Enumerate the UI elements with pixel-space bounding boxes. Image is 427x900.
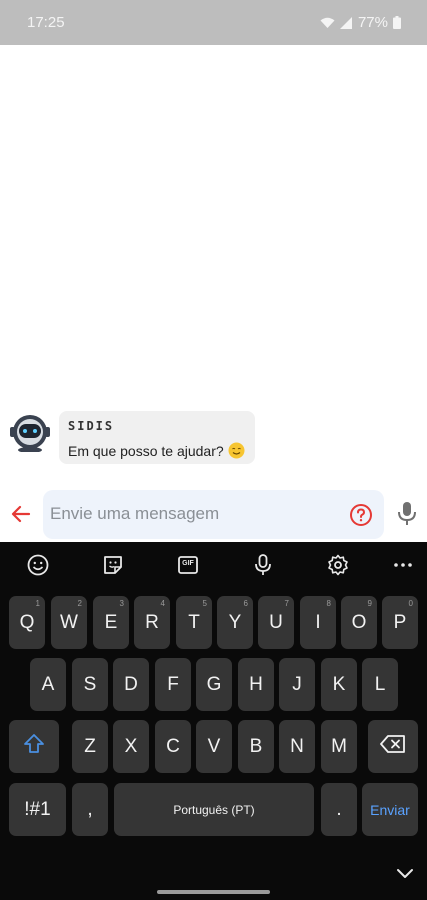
- key-m[interactable]: M: [321, 720, 357, 773]
- key-s[interactable]: S: [72, 658, 108, 711]
- key-d[interactable]: D: [113, 658, 149, 711]
- shift-icon: [23, 733, 45, 761]
- sticker-icon[interactable]: [101, 553, 125, 577]
- bot-message-bubble: SIDIS Em que posso te ajudar?: [59, 411, 255, 464]
- battery-text: 77%: [357, 14, 388, 31]
- key-t[interactable]: 5T: [176, 596, 212, 649]
- key-n[interactable]: N: [279, 720, 315, 773]
- gif-icon[interactable]: GIF: [176, 553, 200, 577]
- space-key[interactable]: Português (PT): [114, 783, 314, 836]
- smile-emoji-icon: [228, 442, 245, 459]
- message-input[interactable]: [50, 502, 340, 526]
- key-i[interactable]: 8I: [300, 596, 336, 649]
- symbols-key[interactable]: !#1: [9, 783, 66, 836]
- key-v[interactable]: V: [196, 720, 232, 773]
- key-h[interactable]: H: [238, 658, 274, 711]
- status-bar: 17:25 77%: [0, 0, 427, 45]
- key-f[interactable]: F: [155, 658, 191, 711]
- bot-avatar-icon: [8, 412, 52, 453]
- key-w[interactable]: 2W: [51, 596, 87, 649]
- gif-label: GIF: [182, 560, 194, 567]
- help-icon[interactable]: [349, 503, 373, 527]
- key-x[interactable]: X: [113, 720, 149, 773]
- backspace-key[interactable]: [368, 720, 418, 773]
- message-text-row: Em que posso te ajudar?: [68, 442, 246, 459]
- more-icon[interactable]: [391, 553, 415, 577]
- signal-icon: [339, 16, 353, 29]
- voice-input-icon[interactable]: [251, 553, 275, 577]
- key-a[interactable]: A: [30, 658, 66, 711]
- key-o[interactable]: 9O: [341, 596, 377, 649]
- key-p[interactable]: 0P: [382, 596, 418, 649]
- keyboard: GIF 1Q 2W 3E 4R 5T 6Y 7U 8I 9O 0P A S D …: [0, 542, 427, 900]
- microphone-icon[interactable]: [396, 501, 418, 527]
- settings-icon[interactable]: [326, 553, 350, 577]
- key-q[interactable]: 1Q: [9, 596, 45, 649]
- bot-name: SIDIS: [68, 419, 115, 433]
- emoji-keyboard-icon[interactable]: [26, 553, 50, 577]
- key-l[interactable]: L: [362, 658, 398, 711]
- wifi-icon: [320, 17, 335, 29]
- comma-key[interactable]: ,: [72, 783, 108, 836]
- key-e[interactable]: 3E: [93, 596, 129, 649]
- key-b[interactable]: B: [238, 720, 274, 773]
- key-z[interactable]: Z: [72, 720, 108, 773]
- send-key[interactable]: Enviar: [362, 783, 418, 836]
- status-icons: 77%: [320, 14, 401, 31]
- key-g[interactable]: G: [196, 658, 232, 711]
- period-key[interactable]: .: [321, 783, 357, 836]
- message-input-box[interactable]: [43, 490, 384, 539]
- shift-key[interactable]: [9, 720, 59, 773]
- backspace-icon: [380, 734, 406, 759]
- key-r[interactable]: 4R: [134, 596, 170, 649]
- collapse-keyboard-icon[interactable]: [395, 866, 415, 882]
- composer-row: [0, 485, 427, 542]
- key-u[interactable]: 7U: [258, 596, 294, 649]
- home-gesture-pill[interactable]: [157, 890, 270, 894]
- navigation-bar: [0, 860, 427, 900]
- battery-icon: [393, 16, 401, 29]
- key-k[interactable]: K: [321, 658, 357, 711]
- back-arrow-icon[interactable]: [9, 502, 33, 526]
- keyboard-toolbar: GIF: [0, 542, 427, 588]
- key-j[interactable]: J: [279, 658, 315, 711]
- message-text: Em que posso te ajudar?: [68, 442, 224, 459]
- key-y[interactable]: 6Y: [217, 596, 253, 649]
- key-c[interactable]: C: [155, 720, 191, 773]
- status-time: 17:25: [27, 14, 65, 31]
